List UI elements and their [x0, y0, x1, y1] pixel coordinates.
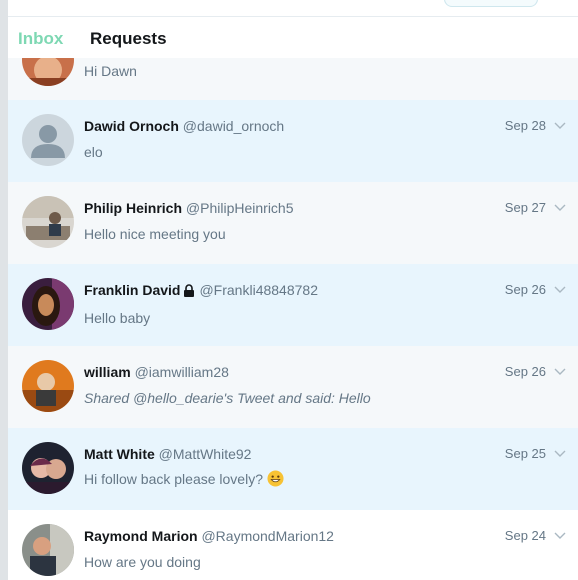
message-preview: Hello nice meeting you — [84, 226, 226, 242]
sender-name: Philip Heinrich — [84, 200, 183, 216]
conversation-list: Hi Dawn Dawid Ornoch @dawid_ornoch Sep 2… — [8, 58, 578, 580]
chevron-down-icon[interactable] — [554, 365, 566, 377]
message-text: Hi follow back please lovely? — [84, 471, 263, 487]
message-date: Sep 26 — [504, 364, 546, 379]
chevron-down-icon[interactable] — [554, 447, 566, 459]
list-item[interactable]: Dawid Ornoch @dawid_ornoch Sep 28 elo — [8, 100, 578, 183]
sender-name: Dawid Ornoch — [84, 118, 179, 134]
chevron-down-icon[interactable] — [554, 201, 566, 213]
list-item[interactable]: Raymond Marion @RaymondMarion12 Sep 24 H… — [8, 510, 578, 580]
message-preview: Hi follow back please lovely? — [84, 470, 284, 487]
tab-inbox[interactable]: Inbox — [18, 29, 63, 49]
list-item[interactable]: Philip Heinrich @PhilipHeinrich5 Sep 27 … — [8, 182, 578, 265]
sender-handle: @PhilipHeinrich5 — [185, 200, 294, 216]
message-date: Sep 25 — [504, 446, 546, 461]
avatar — [22, 114, 74, 166]
avatar — [22, 360, 74, 412]
sender-line: Dawid Ornoch @dawid_ornoch — [84, 118, 284, 134]
tab-bar: Inbox Requests — [8, 17, 578, 59]
avatar — [22, 278, 74, 330]
sender-handle: @Frankli48848782 — [199, 282, 318, 298]
message-preview: elo — [84, 144, 103, 160]
sender-name: william — [84, 364, 131, 380]
message-date: Sep 24 — [504, 528, 546, 543]
message-preview: How are you doing — [84, 554, 201, 570]
message-preview: Hi Dawn — [84, 63, 137, 79]
avatar — [22, 442, 74, 494]
sender-name: Matt White — [84, 446, 155, 462]
message-preview: Shared @hello_dearie's Tweet and said: H… — [84, 390, 371, 406]
sender-line: Matt White @MattWhite92 — [84, 446, 251, 462]
chevron-down-icon[interactable] — [554, 529, 566, 541]
message-preview: Hello baby — [84, 310, 151, 326]
chevron-down-icon[interactable] — [554, 119, 566, 131]
sender-line: Franklin David @Frankli48848782 — [84, 282, 318, 298]
chevron-down-icon[interactable] — [554, 283, 566, 295]
grinning-face-icon — [267, 470, 284, 487]
list-item[interactable]: Franklin David @Frankli48848782 Sep 26 He… — [8, 264, 578, 347]
left-rail — [0, 0, 8, 580]
list-item[interactable]: william @iamwilliam28 Sep 26 Shared @hel… — [8, 346, 578, 429]
top-button-partial[interactable] — [444, 0, 538, 7]
sender-line: william @iamwilliam28 — [84, 364, 229, 380]
sender-name: Raymond Marion — [84, 528, 198, 544]
sender-name: Franklin David — [84, 282, 181, 298]
avatar — [22, 196, 74, 248]
sender-handle: @RaymondMarion12 — [201, 528, 334, 544]
top-strip — [8, 0, 578, 17]
message-date: Sep 27 — [504, 200, 546, 215]
tab-requests[interactable]: Requests — [90, 29, 167, 49]
sender-handle: @MattWhite92 — [158, 446, 252, 462]
sender-handle: @dawid_ornoch — [182, 118, 285, 134]
avatar — [22, 524, 74, 576]
sender-line: Philip Heinrich @PhilipHeinrich5 — [84, 200, 294, 216]
list-item[interactable]: Hi Dawn — [8, 58, 578, 101]
sender-handle: @iamwilliam28 — [134, 364, 229, 380]
message-date: Sep 26 — [504, 282, 546, 297]
sender-line: Raymond Marion @RaymondMarion12 — [84, 528, 334, 544]
avatar — [22, 58, 74, 86]
list-item[interactable]: Matt White @MattWhite92 Sep 25 Hi follow… — [8, 428, 578, 511]
message-date: Sep 28 — [504, 118, 546, 133]
lock-icon — [184, 284, 195, 297]
